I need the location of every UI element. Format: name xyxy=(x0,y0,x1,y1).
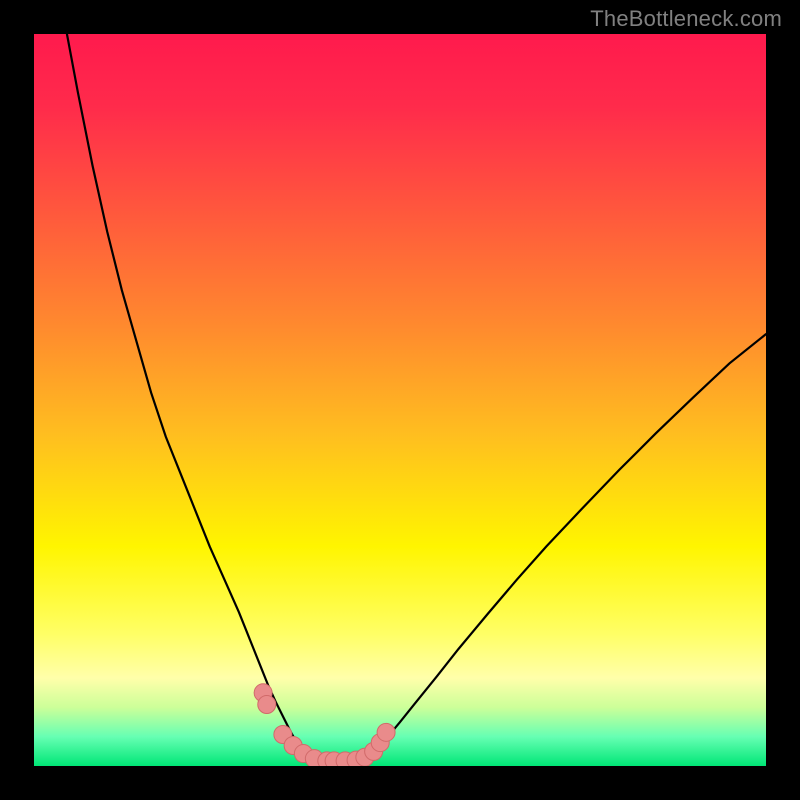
gradient-background xyxy=(34,34,766,766)
bottleneck-chart xyxy=(34,34,766,766)
plot-area xyxy=(34,34,766,766)
marker-point xyxy=(258,696,276,714)
marker-point xyxy=(377,723,395,741)
watermark-text: TheBottleneck.com xyxy=(590,6,782,32)
chart-frame: TheBottleneck.com xyxy=(0,0,800,800)
